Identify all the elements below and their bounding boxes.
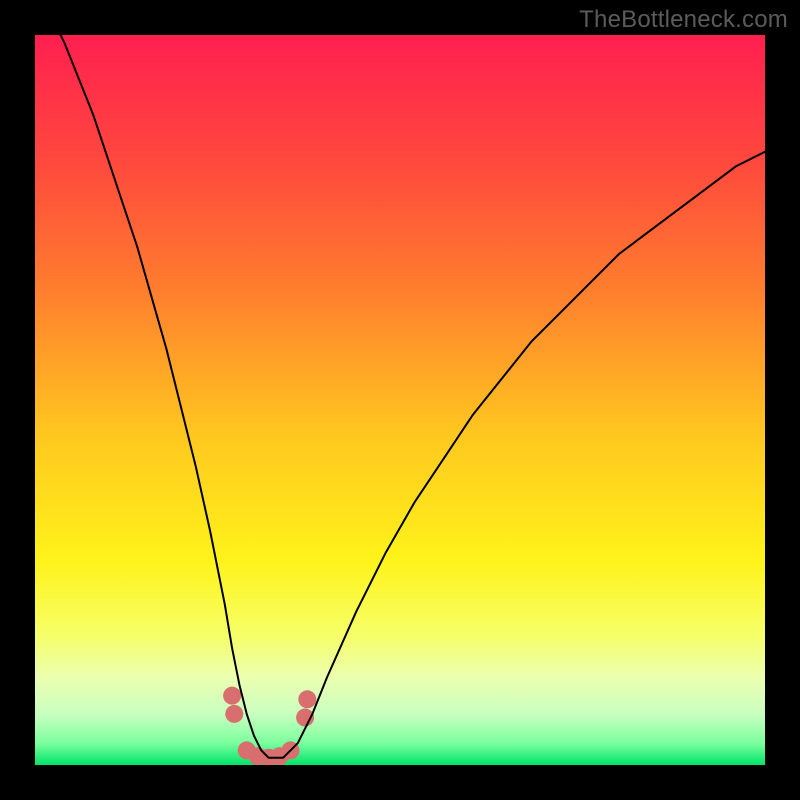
highlight-dot bbox=[298, 690, 316, 708]
curve-layer bbox=[35, 35, 765, 765]
chart-frame: TheBottleneck.com bbox=[0, 0, 800, 800]
highlight-dot bbox=[225, 705, 243, 723]
highlight-dots bbox=[223, 687, 316, 765]
highlight-dot bbox=[223, 687, 241, 705]
watermark-text: TheBottleneck.com bbox=[579, 6, 788, 34]
plot-area bbox=[35, 35, 765, 765]
bottleneck-curve bbox=[50, 35, 765, 758]
